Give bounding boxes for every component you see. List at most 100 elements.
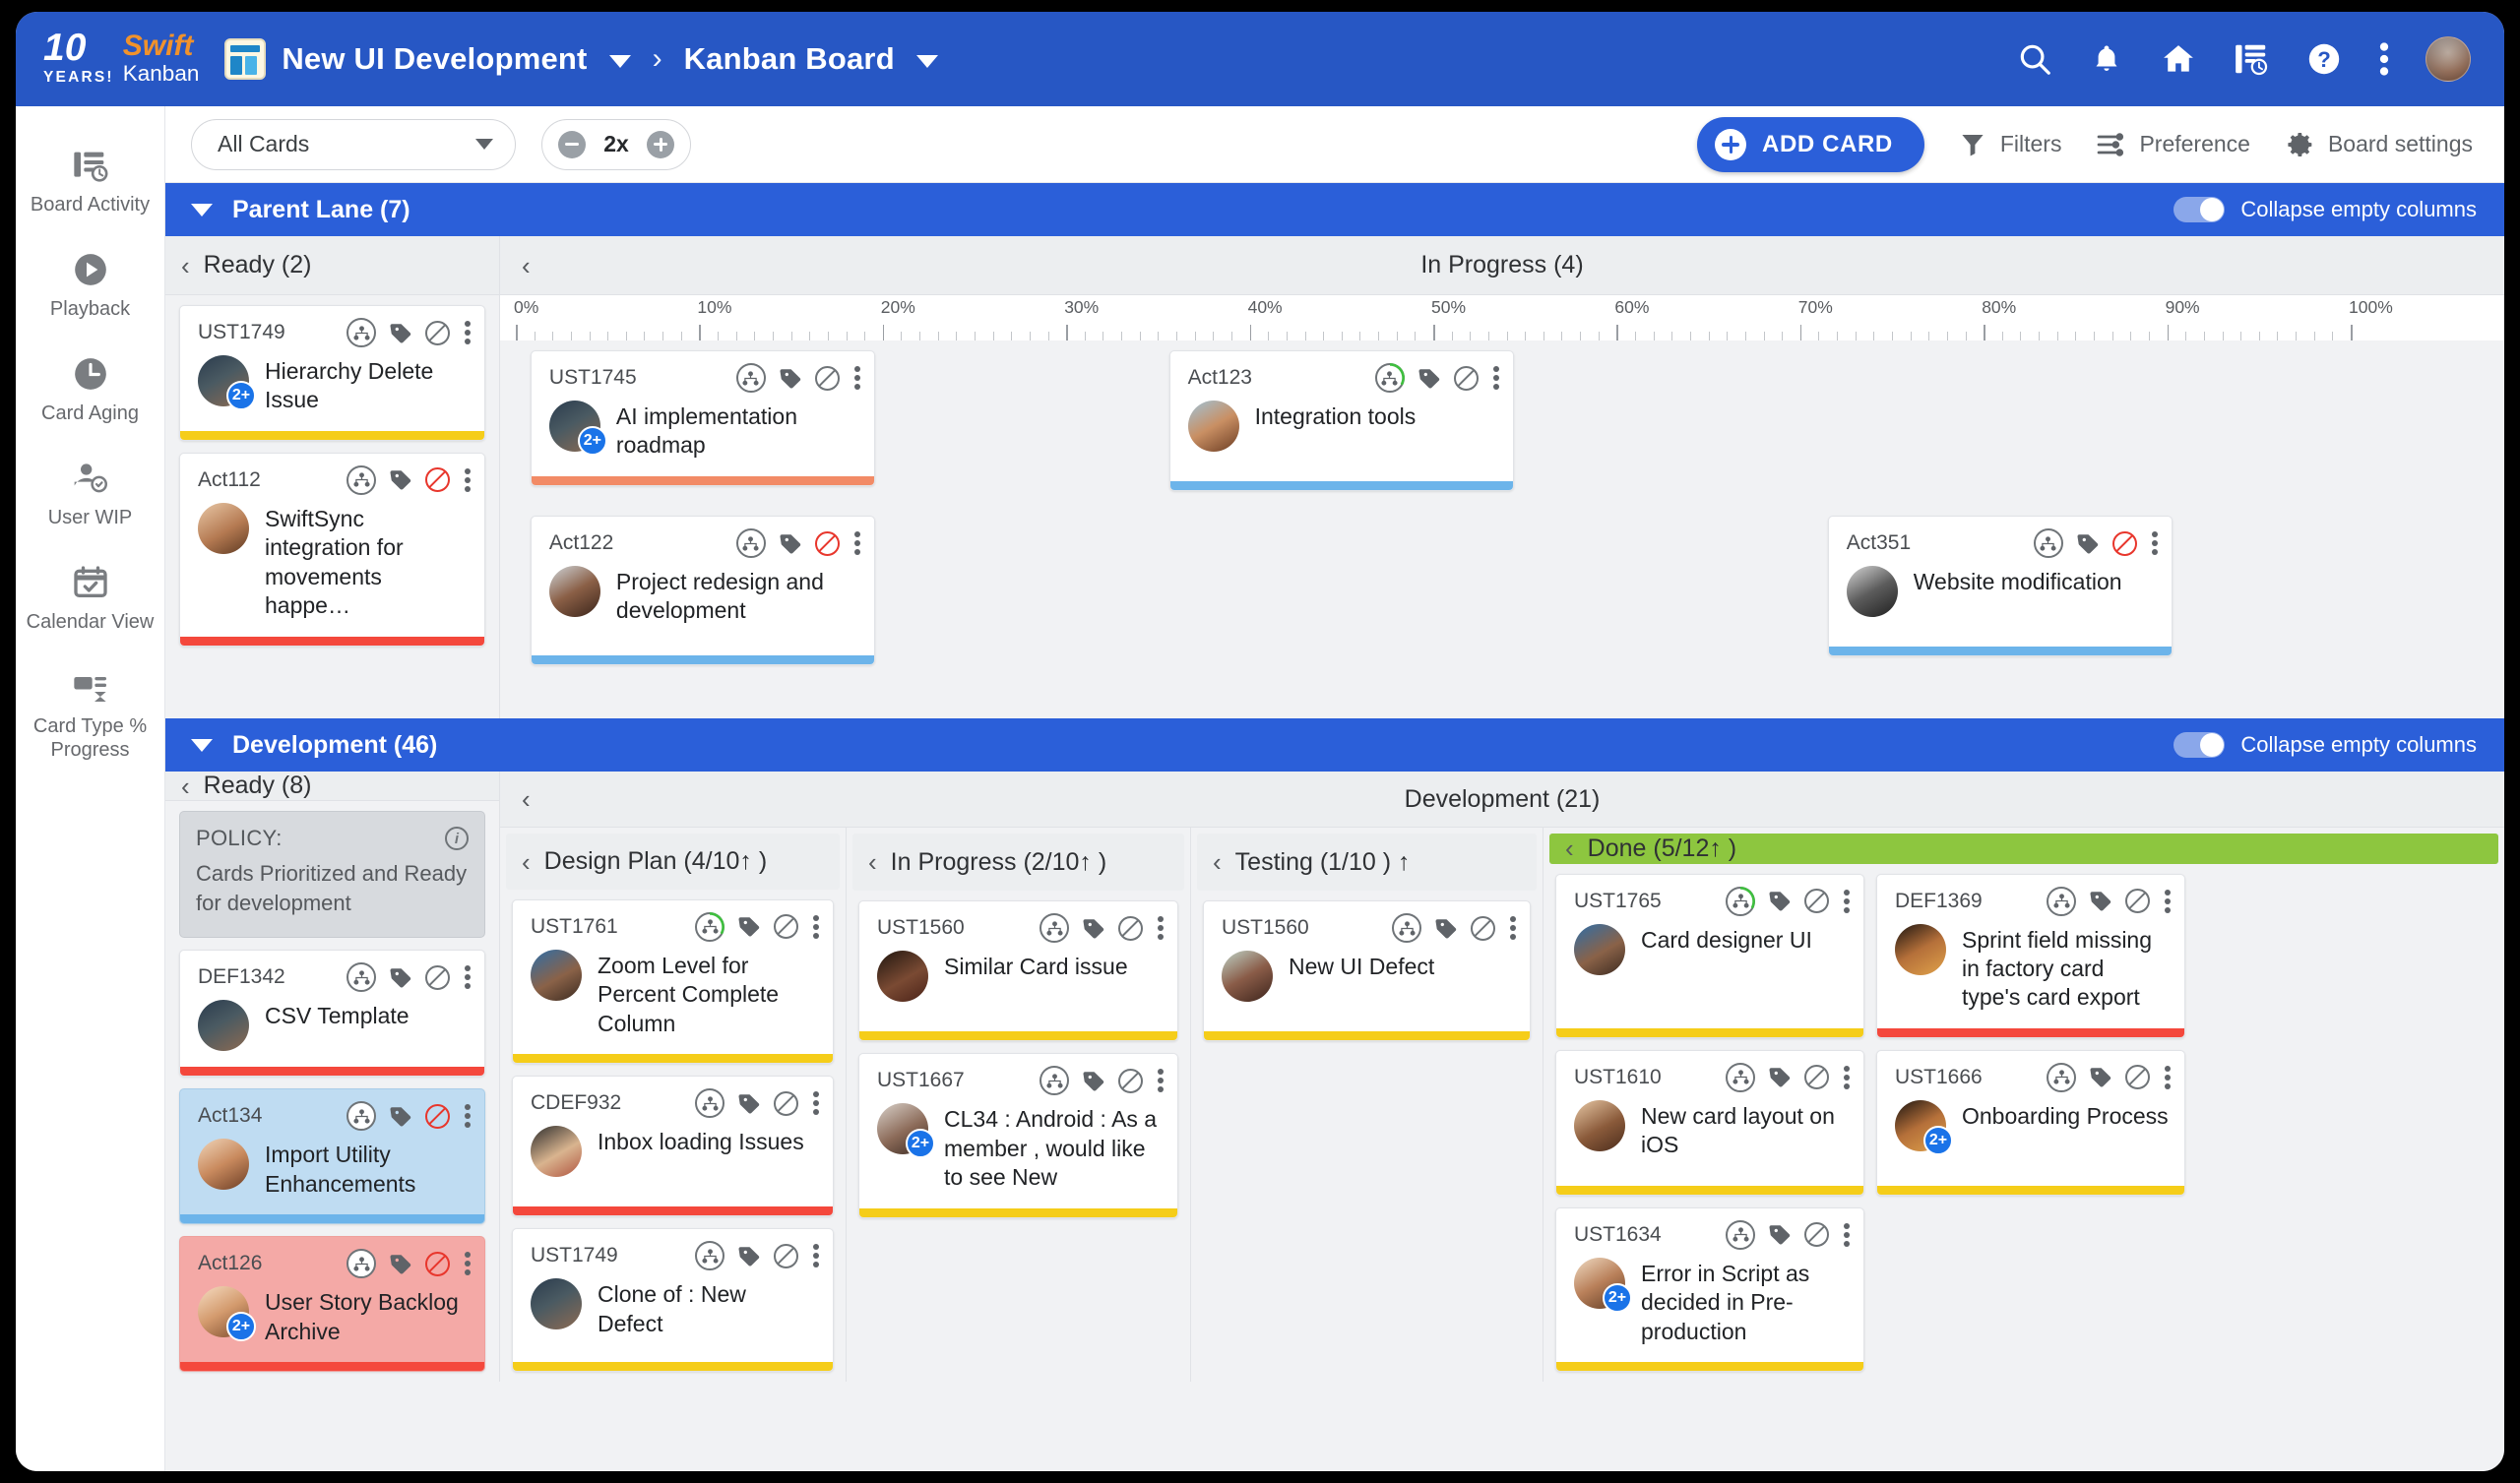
tag-icon[interactable] (737, 1246, 761, 1267)
sidebar-item-board-activity[interactable]: Board Activity (22, 130, 159, 230)
tag-icon[interactable] (389, 1254, 412, 1274)
swimlane-header-development[interactable]: Development (46) Collapse empty columns (165, 718, 2504, 772)
blocked-icon[interactable] (2125, 889, 2150, 913)
toggle-switch[interactable] (2174, 732, 2226, 758)
card-Act351[interactable]: Act351 Website modification (1827, 516, 2173, 656)
card-menu-icon[interactable] (853, 365, 860, 391)
card-menu-icon[interactable] (465, 320, 471, 345)
card-UST1749[interactable]: UST1749 2+ Hierarchy Delete Issue (179, 305, 485, 441)
tag-icon[interactable] (737, 916, 761, 937)
avatar[interactable] (548, 566, 600, 617)
board-activity-icon[interactable] (2233, 40, 2270, 78)
breadcrumb-view-name[interactable]: Kanban Board (684, 41, 895, 77)
tag-icon[interactable] (1768, 891, 1792, 911)
avatar[interactable] (198, 1139, 249, 1191)
avatar[interactable]: 2+ (198, 1286, 256, 1342)
card-UST1745[interactable]: UST1745 2+ AI implementation roadmap (530, 350, 875, 486)
tag-icon[interactable] (389, 967, 412, 988)
column-header-ready[interactable]: ‹ Ready (2) (165, 236, 499, 295)
card-UST1765[interactable]: UST1765 Card designer UI (1555, 873, 1864, 1038)
chevron-left-icon[interactable]: ‹ (522, 849, 531, 875)
avatar[interactable] (877, 951, 928, 1003)
card-menu-icon[interactable] (813, 1243, 819, 1268)
more-vertical-icon[interactable] (2378, 41, 2390, 77)
card-UST1634[interactable]: UST1634 2+ Error in Script as decided in… (1555, 1206, 1864, 1372)
card-menu-icon[interactable] (465, 1103, 471, 1129)
tag-icon[interactable] (1082, 1071, 1105, 1091)
hierarchy-progress-icon[interactable] (695, 911, 724, 942)
card-UST1560-inprogress[interactable]: UST1560 Similar Card issue (858, 900, 1178, 1042)
subcolumn-header[interactable]: ‹ Design Plan (4/10↑ ) (506, 834, 840, 890)
collapse-empty-columns-toggle[interactable]: Collapse empty columns (2174, 732, 2477, 758)
hierarchy-progress-icon[interactable] (1726, 886, 1755, 916)
hierarchy-icon[interactable] (1040, 913, 1069, 944)
hierarchy-icon[interactable] (695, 1241, 724, 1271)
card-menu-icon[interactable] (1510, 915, 1516, 941)
breadcrumb-board-name[interactable]: New UI Development (282, 41, 587, 77)
percent-complete-canvas[interactable]: UST1745 2+ AI implementation roadmap Act122… (500, 340, 2504, 671)
hierarchy-icon[interactable] (346, 1249, 376, 1279)
zoom-stepper[interactable]: 2x (541, 118, 691, 170)
board-dropdown-caret-icon[interactable] (608, 54, 631, 68)
card-menu-icon[interactable] (465, 964, 471, 990)
avatar[interactable] (1222, 951, 1273, 1003)
tag-icon[interactable] (389, 323, 412, 343)
card-UST1666[interactable]: UST1666 2+ Onboarding Process (1876, 1049, 2185, 1196)
help-icon[interactable]: ? (2305, 40, 2343, 78)
hierarchy-icon[interactable] (2047, 886, 2076, 916)
chevron-left-icon[interactable]: ‹ (181, 773, 190, 799)
hierarchy-icon[interactable] (735, 528, 766, 558)
column-header-in-progress[interactable]: ‹ In Progress (4) (500, 236, 2504, 295)
blocked-icon[interactable] (774, 1243, 798, 1268)
subcolumn-header-done[interactable]: ‹ Done (5/12↑ ) (1549, 834, 2498, 864)
column-header-development[interactable]: ‹ Development (21) (500, 772, 2504, 829)
tag-icon[interactable] (737, 1093, 761, 1114)
blocked-icon[interactable] (774, 914, 798, 940)
card-menu-icon[interactable] (2165, 889, 2171, 914)
chevron-left-icon[interactable]: ‹ (522, 253, 531, 278)
hierarchy-icon[interactable] (1040, 1066, 1069, 1096)
blocked-icon[interactable] (774, 1090, 798, 1116)
collapse-empty-columns-toggle[interactable]: Collapse empty columns (2174, 197, 2477, 222)
avatar[interactable] (1187, 401, 1239, 452)
card-menu-icon[interactable] (2165, 1065, 2171, 1090)
hierarchy-icon[interactable] (346, 962, 376, 993)
card-DEF1369[interactable]: DEF1369 Sprint field missing in factory … (1876, 873, 2185, 1038)
home-icon[interactable] (2160, 40, 2197, 78)
chevron-left-icon[interactable]: ‹ (1565, 835, 1574, 861)
card-UST1667[interactable]: UST1667 2+ CL34: Android: As a member … (858, 1053, 1178, 1218)
filters-button[interactable]: Filters (1958, 130, 2061, 159)
avatar[interactable] (1895, 923, 1946, 975)
avatar[interactable] (198, 1000, 249, 1052)
sidebar-item-card-type-progress[interactable]: Card Type % Progress (22, 651, 159, 775)
blocked-icon[interactable] (1804, 1222, 1829, 1248)
blocked-icon[interactable] (1804, 889, 1829, 913)
card-menu-icon[interactable] (813, 1090, 819, 1116)
blocked-icon[interactable] (1453, 365, 1479, 391)
tag-icon[interactable] (1768, 1067, 1792, 1087)
hierarchy-progress-icon[interactable] (1374, 363, 1405, 393)
view-dropdown-caret-icon[interactable] (915, 54, 938, 68)
card-UST1560-testing[interactable]: UST1560 New UI Defect (1203, 900, 1531, 1042)
tag-icon[interactable] (2089, 1067, 2112, 1087)
blocked-icon[interactable] (425, 964, 450, 990)
hierarchy-icon[interactable] (1392, 913, 1421, 944)
tag-icon[interactable] (1418, 368, 1441, 389)
hierarchy-icon[interactable] (2033, 528, 2063, 558)
avatar[interactable] (531, 1126, 582, 1178)
card-menu-icon[interactable] (2151, 530, 2158, 556)
tag-icon[interactable] (779, 368, 802, 389)
preference-button[interactable]: Preference (2095, 129, 2250, 160)
subcolumn-header[interactable]: ‹ In Progress (2/10↑ ) (852, 834, 1184, 892)
hierarchy-icon[interactable] (1726, 1219, 1755, 1250)
tag-icon[interactable] (389, 1106, 412, 1127)
card-Act123[interactable]: Act123 Integration tools (1168, 350, 1514, 491)
tag-icon[interactable] (779, 533, 802, 554)
blocked-icon[interactable] (425, 467, 450, 493)
blocked-icon[interactable] (2111, 530, 2137, 556)
card-Act126[interactable]: Act126 2+ User Story Backlog Archive (179, 1236, 485, 1373)
sidebar-item-user-wip[interactable]: User WIP (22, 443, 159, 543)
blocked-icon[interactable] (425, 1103, 450, 1129)
search-icon[interactable] (2016, 40, 2053, 78)
blocked-icon[interactable] (425, 1251, 450, 1276)
